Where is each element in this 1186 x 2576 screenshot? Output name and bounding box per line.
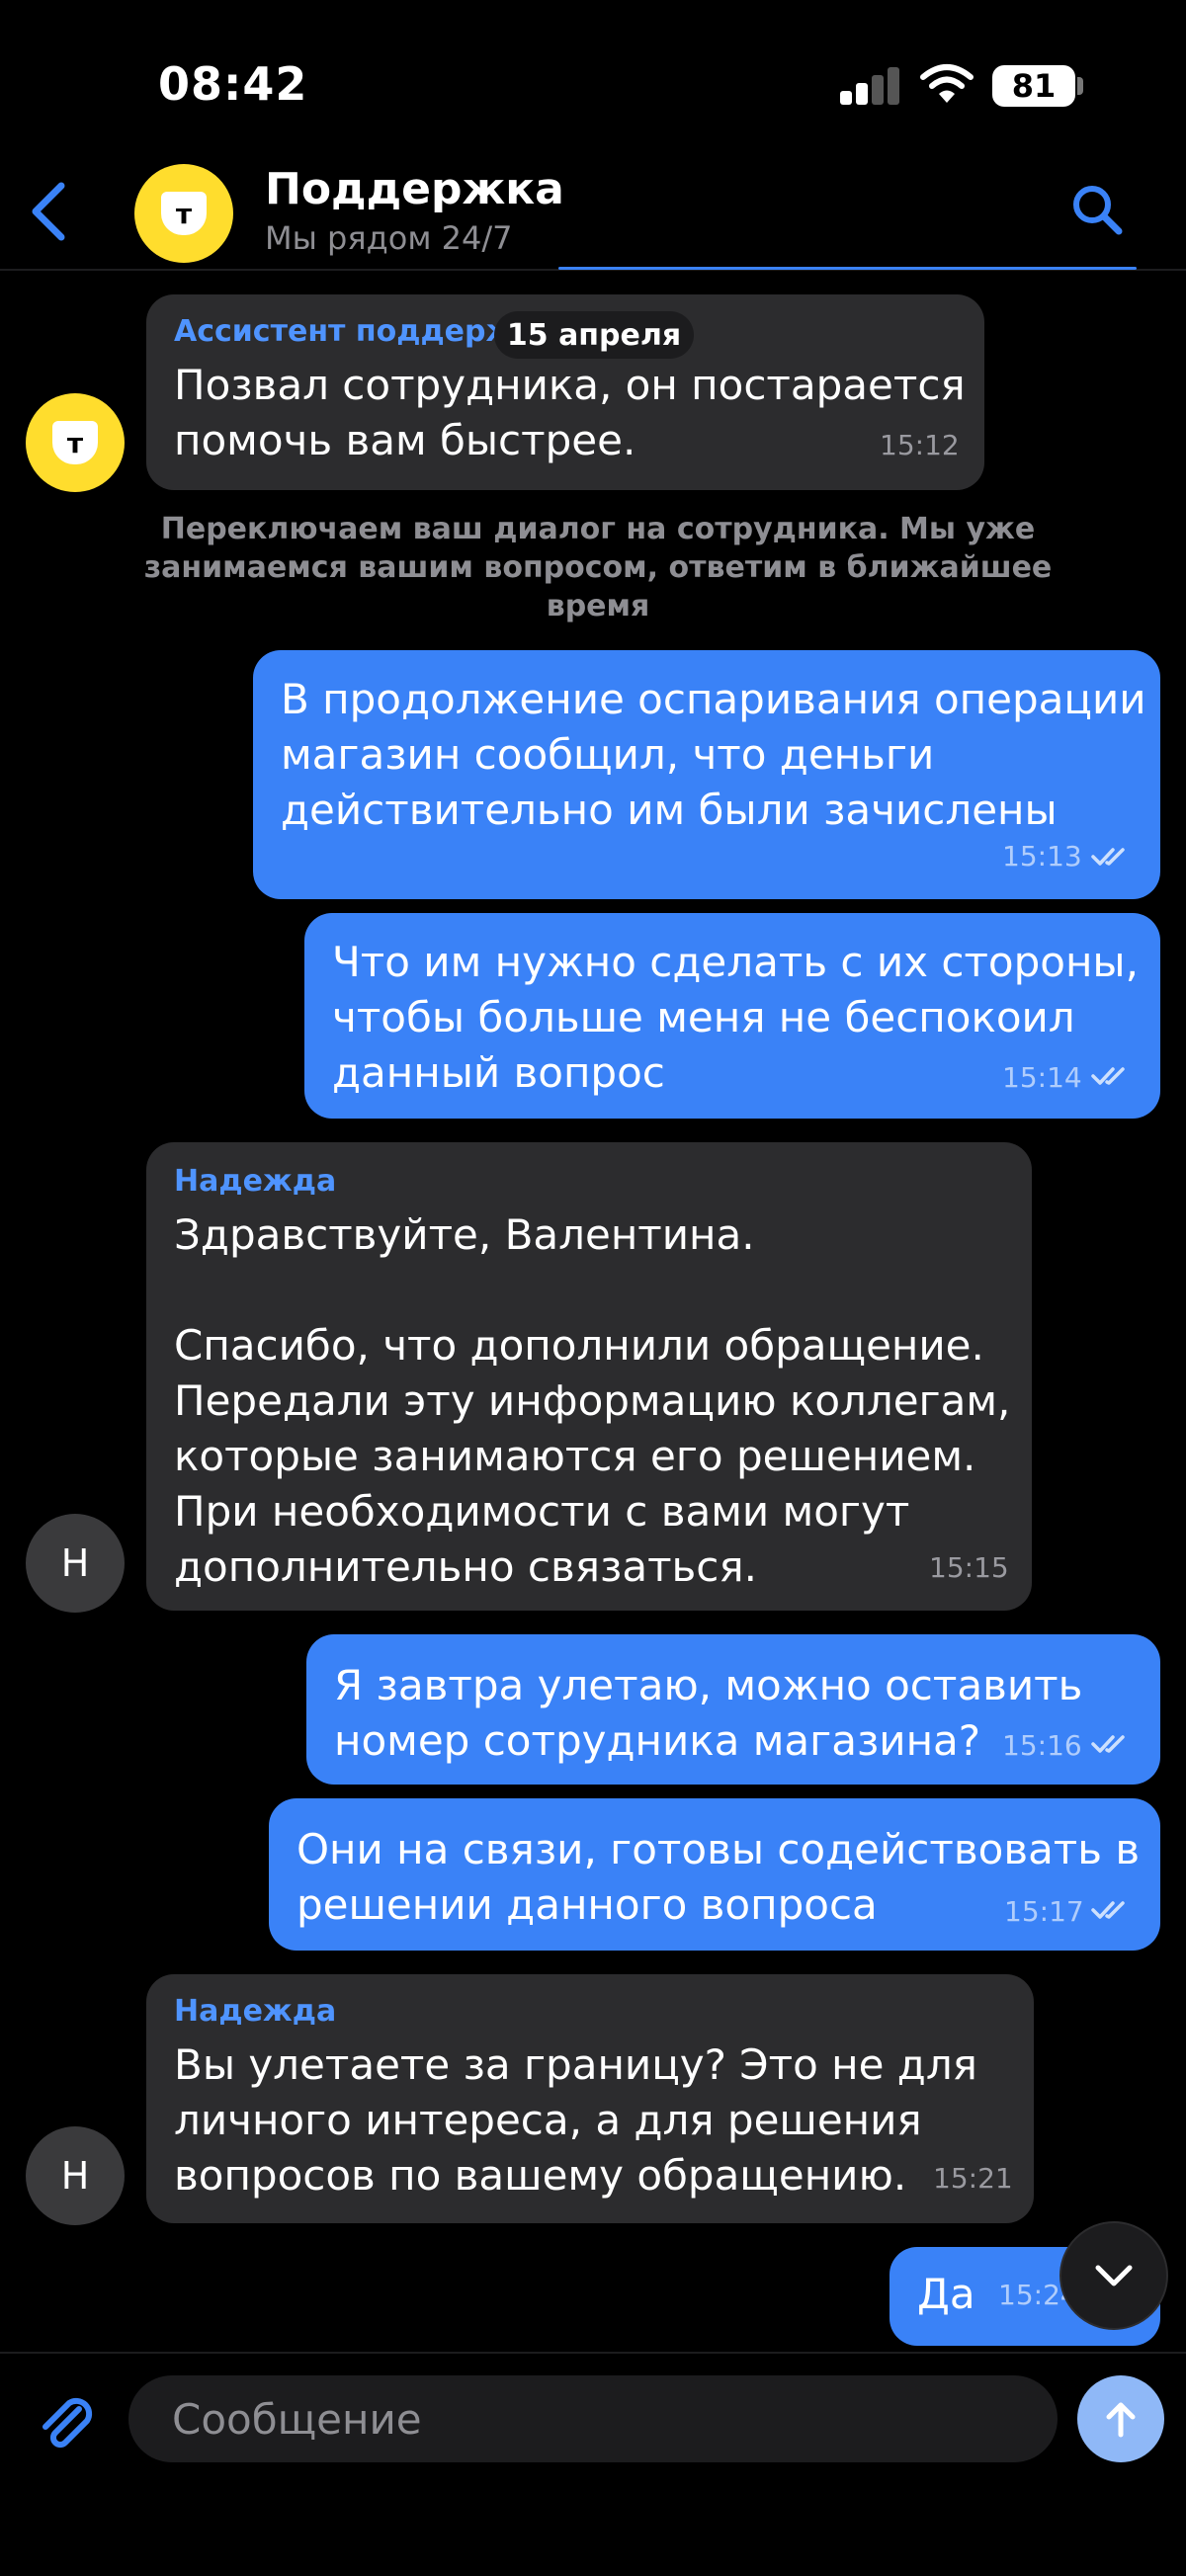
message-time: 15:14 — [1002, 1061, 1082, 1094]
message-time: 15:16 — [1002, 1729, 1082, 1762]
back-arrow-icon[interactable] — [28, 180, 71, 243]
message-bubble-outgoing[interactable]: В продолжение оспаривания операции магаз… — [253, 650, 1160, 899]
read-receipt-icon — [1091, 848, 1125, 866]
message-bubble-outgoing[interactable]: Они на связи, готовы содействовать в реш… — [269, 1798, 1160, 1951]
search-icon[interactable] — [1069, 182, 1125, 237]
battery-icon: 81 — [992, 65, 1075, 107]
message-time: 15:21 — [933, 2162, 1013, 2195]
message-bubble-incoming[interactable]: Надежда Здравствуйте, Валентина. Спасибо… — [146, 1142, 1032, 1611]
message-input[interactable] — [128, 2375, 1058, 2462]
chat-title[interactable]: Поддержка — [265, 164, 564, 214]
read-receipt-icon — [1091, 1735, 1125, 1753]
wifi-icon — [920, 64, 974, 103]
bank-logo-icon: т — [161, 192, 207, 235]
agent-avatar: Н — [26, 2126, 125, 2225]
bank-logo-icon: т — [52, 421, 98, 464]
message-text: Вы улетаете за границу? Это не для лично… — [174, 2040, 977, 2200]
assistant-avatar: т — [26, 393, 125, 492]
read-receipt-icon — [1091, 1067, 1125, 1085]
message-bubble-incoming[interactable]: Надежда Вы улетаете за границу? Это не д… — [146, 1974, 1034, 2223]
composer-divider — [0, 2352, 1186, 2354]
message-bubble-outgoing[interactable]: Что им нужно сделать с их стороны, чтобы… — [304, 913, 1160, 1119]
message-author: Надежда — [174, 1994, 337, 2029]
system-message: Переключаем ваш диалог на сотрудника. Мы… — [143, 512, 1053, 623]
chat-subtitle: Мы рядом 24/7 — [265, 219, 513, 257]
cellular-signal-icon — [840, 65, 901, 105]
agent-avatar: Н — [26, 1514, 125, 1613]
message-author: Ассистент поддержки — [174, 314, 500, 349]
message-text: В продолжение оспаривания операции магаз… — [281, 675, 1146, 834]
message-time: 15:12 — [880, 429, 960, 461]
read-receipt-icon — [1091, 1901, 1125, 1919]
message-time: 15:17 — [1004, 1895, 1084, 1928]
scroll-to-bottom-button[interactable] — [1059, 2221, 1168, 2330]
chevron-down-icon — [1095, 2265, 1133, 2286]
message-bubble-outgoing[interactable]: Я завтра улетаю, можно оставить номер со… — [306, 1634, 1160, 1785]
message-author: Надежда — [174, 1164, 337, 1199]
message-text: Да — [917, 2270, 975, 2318]
header-avatar[interactable]: т — [134, 164, 233, 263]
arrow-up-icon — [1106, 2402, 1136, 2438]
battery-nub — [1077, 77, 1083, 95]
message-text: Позвал сотрудника, он постарается помочь… — [174, 361, 966, 464]
paperclip-icon[interactable] — [34, 2389, 101, 2456]
message-time: 15:15 — [929, 1551, 1009, 1584]
message-time: 15:13 — [1002, 840, 1082, 873]
date-separator: 15 апреля — [494, 311, 694, 359]
message-text: Я завтра улетаю, можно оставить номер со… — [334, 1661, 1083, 1765]
message-text: Здравствуйте, Валентина. Спасибо, что до… — [174, 1210, 1011, 1591]
status-time: 08:42 — [158, 57, 308, 111]
loading-progress-line — [558, 267, 1137, 270]
send-button[interactable] — [1077, 2375, 1164, 2462]
